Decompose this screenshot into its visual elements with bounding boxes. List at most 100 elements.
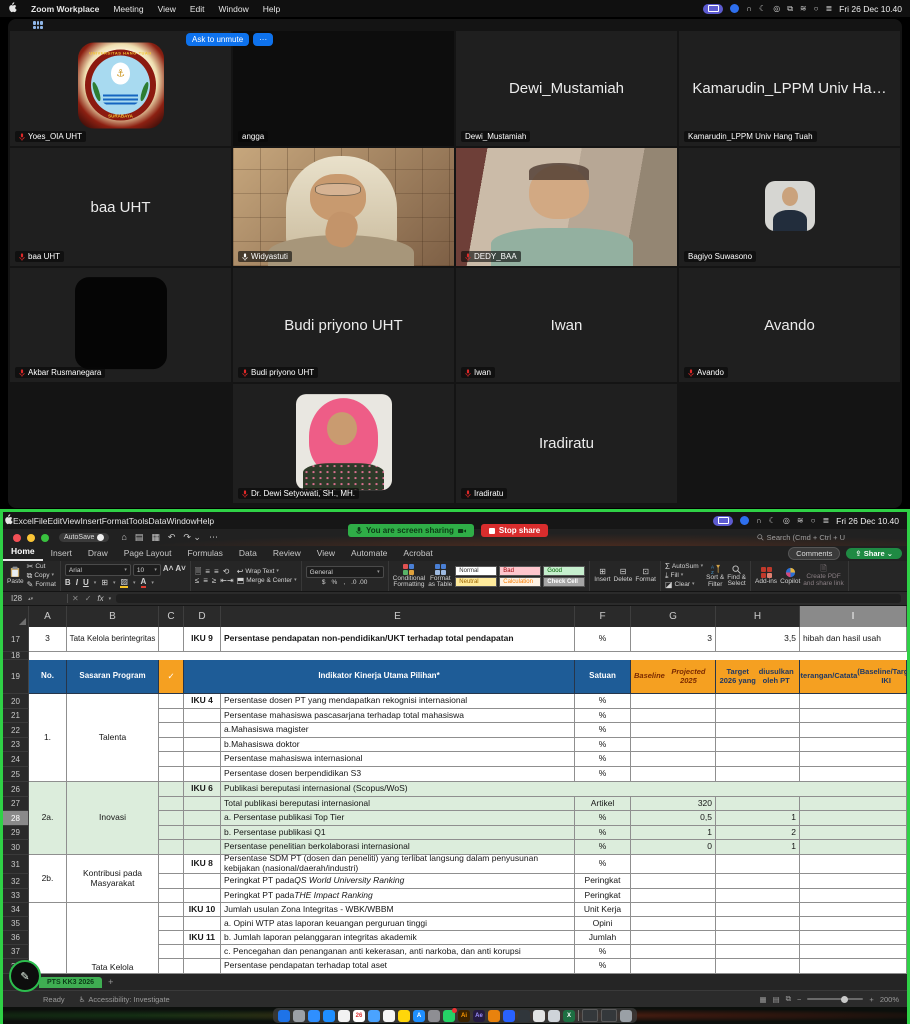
screen-share-indicator-icon[interactable] — [713, 516, 733, 526]
cell-D25[interactable] — [184, 767, 221, 782]
row-header-32[interactable]: 32 — [3, 874, 29, 889]
cell-F18[interactable] — [575, 652, 631, 660]
cell-F30[interactable]: % — [575, 840, 631, 855]
menubar-clock[interactable]: Fri 26 Dec 10.40 — [836, 516, 899, 526]
cell-C19[interactable]: ✓ — [159, 660, 184, 694]
dock-icon-spotlight-app[interactable] — [548, 1010, 560, 1022]
cell-D23[interactable] — [184, 738, 221, 752]
cell-I29[interactable] — [800, 826, 907, 840]
align-center-icon[interactable]: ≡ — [203, 577, 208, 585]
cell-H22[interactable] — [716, 723, 800, 738]
menu-item-edit[interactable]: Edit — [48, 516, 63, 526]
record-icon[interactable]: ◎ — [773, 5, 780, 13]
cell-E36[interactable]: b. Jumlah laporan pelanggaran integritas… — [221, 931, 575, 945]
participant-tile-akbar-rusmanegara[interactable]: Akbar Rusmanegara — [10, 268, 231, 382]
cell-A20-merged[interactable]: 1. — [29, 694, 67, 782]
column-header-B[interactable]: B — [67, 606, 159, 627]
cell-H30[interactable]: 1 — [716, 840, 800, 855]
cell-style-neutral[interactable]: Neutral — [455, 577, 497, 587]
cell-B20-merged[interactable]: Talenta — [67, 694, 159, 782]
stack-icon[interactable]: ⧉ — [787, 5, 793, 13]
cell-I32[interactable] — [800, 874, 907, 889]
row-header-18[interactable]: 18 — [3, 652, 29, 660]
find-select-button[interactable]: Find &Select — [727, 565, 746, 588]
cell-D38[interactable] — [184, 959, 221, 974]
cell-F37[interactable]: % — [575, 945, 631, 959]
page-layout-icon[interactable]: ▤ — [773, 995, 780, 1004]
redo-icon[interactable]: ↷ ⌄ — [183, 532, 201, 543]
cell-G22[interactable] — [631, 723, 716, 738]
cell-I24[interactable] — [800, 752, 907, 767]
share-button[interactable]: ⇪ Share ⌄ — [846, 548, 902, 559]
close-window-button[interactable] — [13, 534, 21, 542]
cell-F22[interactable]: % — [575, 723, 631, 738]
cell-E38[interactable]: Persentase pendapatan terhadap total ase… — [221, 959, 575, 974]
cell-H24[interactable] — [716, 752, 800, 767]
cell-D33[interactable] — [184, 889, 221, 903]
add-sheet-button[interactable]: + — [108, 977, 113, 987]
cell-G35[interactable] — [631, 917, 716, 931]
cell-C35[interactable] — [159, 917, 184, 931]
cell-G36[interactable] — [631, 931, 716, 945]
participant-tile-iwan[interactable]: IwanIwan — [456, 268, 677, 382]
format-painter-button[interactable]: ✎Format — [27, 581, 56, 589]
cell-I17[interactable]: hibah dan hasil usah — [800, 627, 907, 652]
row-header-24[interactable]: 24 — [3, 752, 29, 767]
control-center-icon[interactable]: ≣ — [822, 517, 829, 525]
zoom-slider[interactable] — [807, 998, 863, 1000]
cell-C28[interactable] — [159, 811, 184, 826]
dock-icon-mail[interactable] — [323, 1010, 335, 1022]
cell-D34[interactable]: IKU 10 — [184, 903, 221, 917]
name-box[interactable]: I28▴▾ — [3, 594, 63, 603]
fill-color-button[interactable]: ▨ — [120, 578, 128, 588]
cell-C25[interactable] — [159, 767, 184, 782]
cell-D30[interactable] — [184, 840, 221, 855]
ribbon-search[interactable]: Search (Cmd + Ctrl + U — [757, 533, 845, 542]
cell-F23[interactable]: % — [575, 738, 631, 752]
sheet-tab[interactable]: PTS KK3 2026 — [39, 977, 102, 988]
cell-H38[interactable] — [716, 959, 800, 974]
cell-F17[interactable]: % — [575, 627, 631, 652]
cell-C30[interactable] — [159, 840, 184, 855]
cell-G31[interactable] — [631, 855, 716, 874]
number-format-select[interactable]: General▾ — [306, 566, 384, 578]
print-icon[interactable]: ▦ — [151, 532, 160, 543]
cell-D17[interactable]: IKU 9 — [184, 627, 221, 652]
cell-I36[interactable] — [800, 931, 907, 945]
cell-A26-merged[interactable]: 2a. — [29, 782, 67, 855]
more-commands-icon[interactable]: ⋯ — [209, 532, 218, 543]
trash-icon[interactable] — [620, 1010, 632, 1022]
create-pdf-button[interactable]: 🗎 Create PDFand share link — [803, 565, 843, 587]
apple-menu-icon[interactable] — [3, 514, 13, 527]
zoom-in-icon[interactable]: + — [869, 995, 873, 1004]
formula-input[interactable] — [116, 594, 901, 603]
cell-I35[interactable] — [800, 917, 907, 931]
ask-to-unmute-button[interactable]: Ask to unmute — [186, 33, 249, 46]
underline-button[interactable]: U — [83, 578, 89, 587]
cell-A31-merged[interactable]: 2b. — [29, 855, 67, 903]
comments-button[interactable]: Comments — [788, 547, 840, 560]
align-right-icon[interactable]: ≥ — [212, 577, 216, 585]
accessibility-icon[interactable]: ♿ — [79, 995, 86, 1004]
column-header-F[interactable]: F — [575, 606, 631, 627]
minimize-window-button[interactable] — [27, 534, 35, 542]
zoom-window-button[interactable] — [41, 534, 49, 542]
cell-H31[interactable] — [716, 855, 800, 874]
cell-G37[interactable] — [631, 945, 716, 959]
copy-button[interactable]: ⧉Copy ▾ — [27, 572, 56, 580]
align-middle-icon[interactable]: ≡ — [205, 568, 210, 576]
dock-icon-finder[interactable] — [278, 1010, 290, 1022]
row-header-29[interactable]: 29 — [3, 826, 29, 840]
dock-icon-calendar[interactable]: 26 — [353, 1010, 365, 1022]
dock-icon-calculator[interactable] — [533, 1010, 545, 1022]
cell-E35[interactable]: a. Opini WTP atas laporan keuangan pergu… — [221, 917, 575, 931]
column-header-A[interactable]: A — [29, 606, 67, 627]
cell-D32[interactable] — [184, 874, 221, 889]
wrap-text-button[interactable]: ↩Wrap Text ▾ — [237, 568, 297, 576]
cut-button[interactable]: ✂Cut — [27, 563, 56, 571]
cell-I37[interactable] — [800, 945, 907, 959]
cell-G34[interactable] — [631, 903, 716, 917]
delete-cells-button[interactable]: ⊟Delete — [614, 568, 633, 584]
insert-cells-button[interactable]: ⊞Insert — [594, 568, 610, 584]
autosave-toggle[interactable]: AutoSave — [59, 533, 109, 542]
